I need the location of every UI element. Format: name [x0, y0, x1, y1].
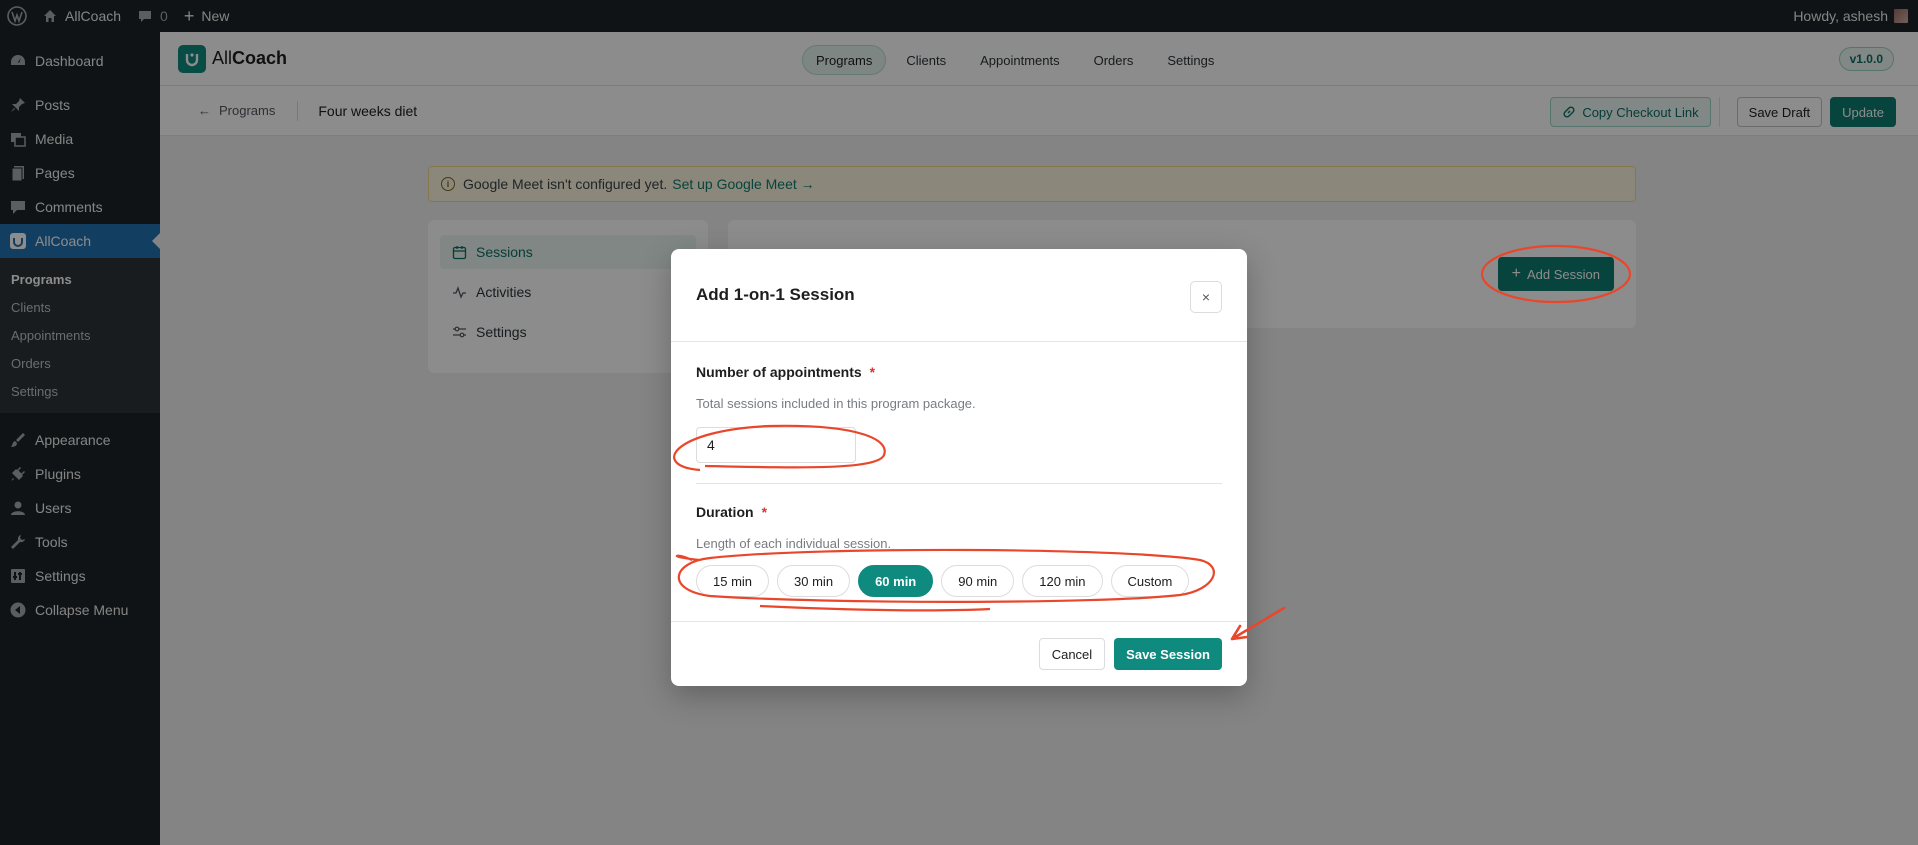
duration-chip-60[interactable]: 60 min	[858, 565, 934, 597]
duration-chip-120[interactable]: 120 min	[1022, 565, 1103, 597]
appointments-label: Number of appointments	[696, 364, 862, 380]
modal-title: Add 1-on-1 Session	[696, 285, 855, 304]
duration-chip-custom[interactable]: Custom	[1110, 565, 1190, 597]
close-icon[interactable]: ×	[1190, 281, 1222, 313]
add-session-modal: Add 1-on-1 Session × Number of appointme…	[671, 249, 1247, 686]
duration-field-label: Duration *	[696, 504, 1222, 520]
modal-footer: Cancel Save Session	[671, 621, 1247, 686]
appointments-help: Total sessions included in this program …	[696, 396, 976, 411]
appointments-number-input[interactable]: 4	[696, 427, 856, 463]
duration-label: Duration	[696, 504, 754, 520]
duration-chip-90[interactable]: 90 min	[941, 565, 1015, 597]
duration-options: 15 min 30 min 60 min 90 min 120 min Cust…	[696, 565, 1222, 597]
modal-body: Number of appointments * Total sessions i…	[671, 342, 1247, 597]
duration-chip-30[interactable]: 30 min	[777, 565, 851, 597]
cancel-button[interactable]: Cancel	[1038, 638, 1106, 670]
modal-header: Add 1-on-1 Session ×	[671, 249, 1247, 342]
duration-help: Length of each individual session.	[696, 536, 892, 551]
required-marker: *	[761, 504, 768, 520]
save-session-button[interactable]: Save Session	[1114, 638, 1222, 670]
appointments-field-label: Number of appointments *	[696, 364, 1222, 380]
divider	[696, 483, 1222, 484]
required-marker: *	[869, 364, 876, 380]
duration-chip-15[interactable]: 15 min	[696, 565, 770, 597]
